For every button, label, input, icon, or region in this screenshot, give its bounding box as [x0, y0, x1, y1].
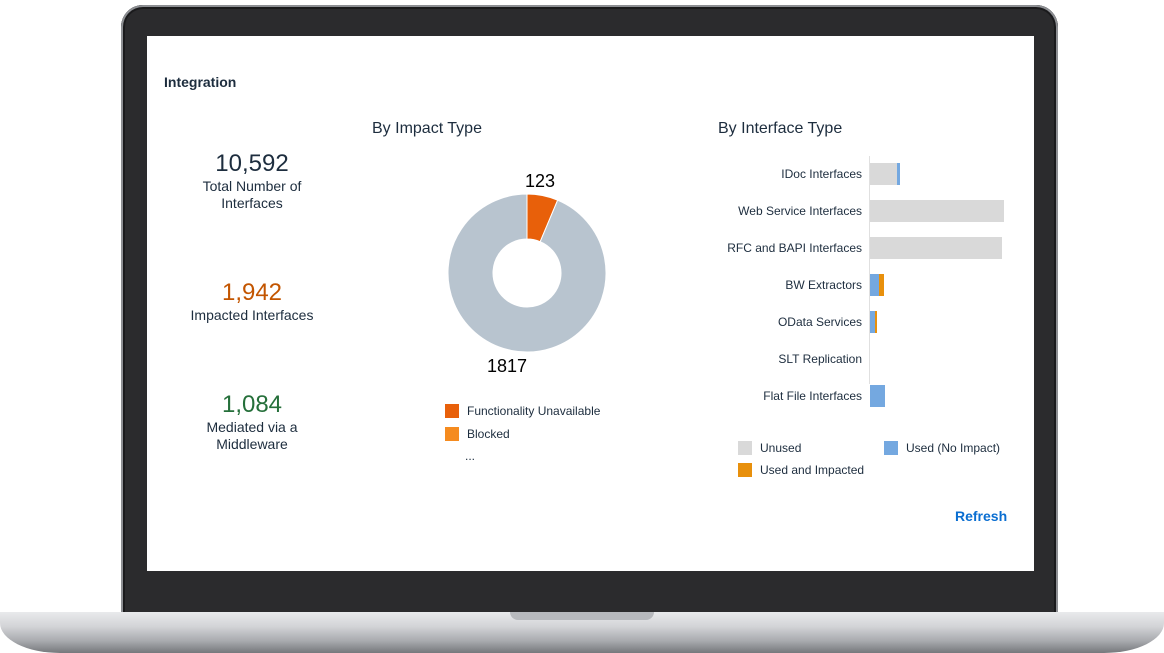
integration-card: Integration 10,592 Total Number of Inter… [147, 36, 1034, 571]
card-title: Integration [164, 74, 237, 90]
legend-swatch [738, 463, 752, 477]
legend-swatch [445, 404, 459, 418]
kpi-label-line1: Total Number of [202, 178, 302, 194]
bar-category-label: SLT Replication [778, 352, 862, 366]
bar-segment[interactable] [897, 163, 900, 185]
kpi-label-line1: Mediated via a [206, 419, 298, 435]
bar-category-label: Web Service Interfaces [738, 204, 862, 218]
legend-more: ... [465, 449, 476, 463]
kpi-label-line1: Impacted Interfaces [190, 307, 314, 323]
legend-label: Used (No Impact) [906, 441, 1001, 455]
bar-segment[interactable] [874, 311, 877, 333]
bar-category-label: Flat File Interfaces [763, 389, 862, 403]
bar-segment[interactable] [870, 385, 885, 407]
legend-label: Unused [760, 441, 802, 455]
kpi-value: 10,592 [215, 150, 289, 177]
bar-segment[interactable] [870, 274, 880, 296]
legend-item-used-no-impact[interactable]: Used (No Impact) [884, 441, 1000, 455]
legend-swatch [738, 441, 752, 455]
refresh-link[interactable]: Refresh [955, 508, 1007, 524]
kpi-impacted-interfaces: 1,942 Impacted Interfaces [147, 279, 357, 324]
legend-label: Used and Impacted [760, 463, 865, 477]
legend-item-blocked[interactable]: Blocked [445, 427, 510, 441]
legend-swatch [884, 441, 898, 455]
donut-slice-1[interactable] [447, 193, 607, 353]
bar-segment[interactable] [870, 200, 1004, 222]
legend-item-unused[interactable]: Unused [738, 441, 801, 455]
kpi-value: 1,942 [221, 279, 283, 306]
bar-segment[interactable] [870, 163, 898, 185]
bar-category-label: OData Services [777, 315, 862, 329]
kpi-label-line2: Interfaces [221, 195, 283, 211]
donut-data-label: 123 [525, 171, 556, 191]
legend-item-functionality-unavailable[interactable]: Functionality Unavailable [445, 404, 600, 418]
bar-category-label: IDoc Interfaces [781, 167, 862, 181]
impact-donut-chart [447, 193, 607, 353]
interface-type-title: By Interface Type [718, 120, 843, 137]
kpi-mediated-middleware: 1,084 Mediated via a Middleware [147, 391, 357, 453]
impact-type-title: By Impact Type [372, 120, 482, 137]
legend-swatch [445, 427, 459, 441]
bar-segment[interactable] [870, 237, 1002, 259]
kpi-total-interfaces: 10,592 Total Number of Interfaces [147, 150, 357, 212]
legend-label: Functionality Unavailable [467, 404, 601, 418]
kpi-value: 1,084 [221, 391, 283, 418]
laptop-notch [510, 612, 654, 620]
bar-category-label: BW Extractors [785, 278, 862, 292]
bar-segment[interactable] [879, 274, 884, 296]
legend-item-used-and-impacted[interactable]: Used and Impacted [738, 463, 864, 477]
legend-label: Blocked [467, 427, 510, 441]
bar-category-label: RFC and BAPI Interfaces [727, 241, 862, 255]
kpi-label-line2: Middleware [216, 436, 288, 452]
donut-data-label: 1817 [487, 356, 528, 376]
bar-axis-line [869, 156, 870, 384]
